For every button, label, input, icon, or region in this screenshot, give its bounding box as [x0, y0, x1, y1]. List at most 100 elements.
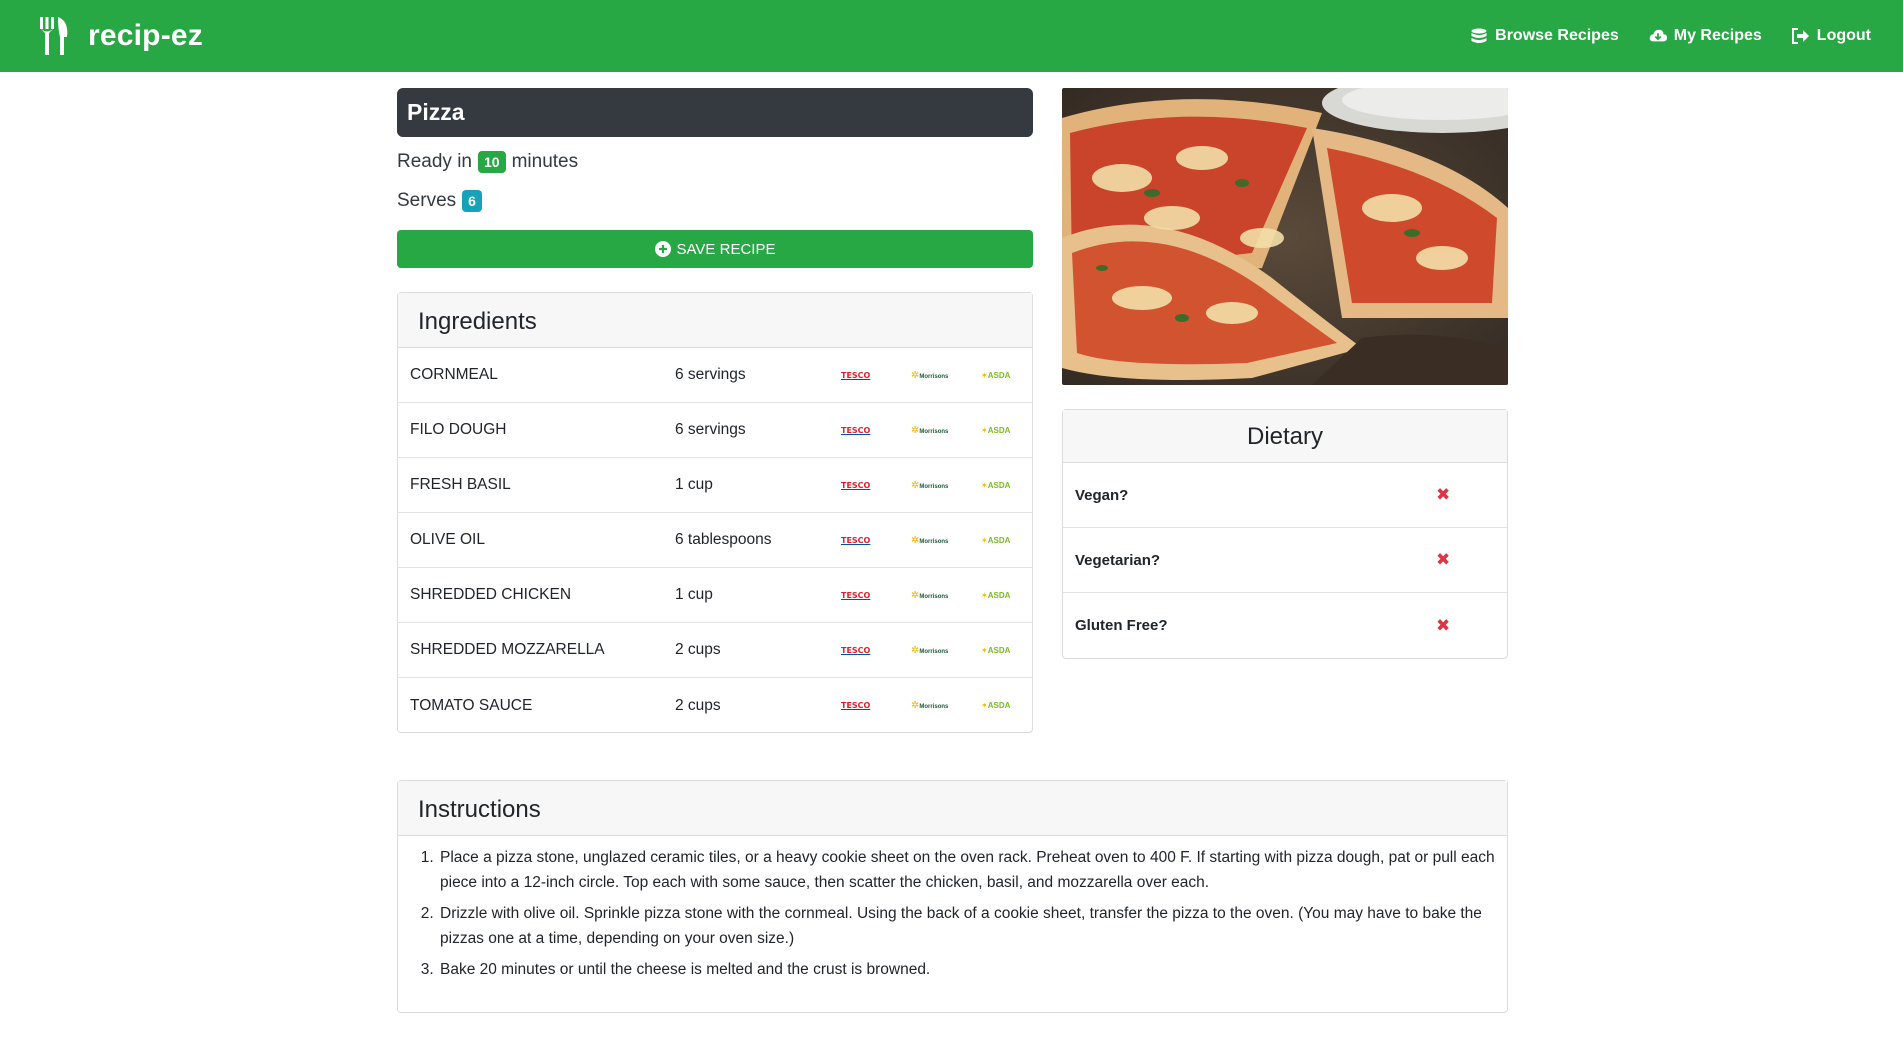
dietary-label: Gluten Free? [1075, 617, 1168, 634]
save-recipe-button[interactable]: SAVE RECIPE [397, 230, 1033, 268]
ingredient-row: CORNMEAL 6 servings TESCO ✲Morrisons ✶ASDA [398, 348, 1032, 403]
morrisons-label: Morrisons [919, 428, 949, 435]
ingredient-quantity: 1 cup [675, 476, 713, 493]
morrisons-label: Morrisons [919, 373, 949, 380]
nav-browse-recipes[interactable]: Browse Recipes [1470, 27, 1619, 45]
instruction-step: Drizzle with olive oil. Sprinkle pizza s… [438, 901, 1507, 951]
ingredient-quantity: 6 servings [675, 366, 746, 383]
asda-label: ASDA [987, 425, 1011, 435]
ready-suffix: minutes [511, 151, 579, 172]
asda-star-icon: ✶ [981, 535, 988, 545]
tesco-link[interactable]: TESCO [841, 481, 870, 490]
tesco-link[interactable]: TESCO [841, 701, 870, 710]
asda-star-icon: ✶ [981, 480, 988, 490]
asda-label: ASDA [987, 645, 1011, 655]
dietary-list: Vegan? ✖ Vegetarian? ✖ Gluten Free? ✖ [1063, 463, 1507, 658]
morrisons-link[interactable]: ✲Morrisons [911, 370, 948, 381]
instructions-card: Instructions Place a pizza stone, unglaz… [397, 780, 1508, 1013]
ingredient-name: SHREDDED MOZZARELLA [410, 641, 605, 658]
nav-my-recipes[interactable]: My Recipes [1649, 27, 1762, 45]
serves: Serves 6 [397, 190, 488, 212]
instructions-list: Place a pizza stone, unglazed ceramic ti… [398, 836, 1507, 982]
instruction-step: Bake 20 minutes or until the cheese is m… [438, 957, 1507, 982]
ingredient-quantity: 6 tablespoons [675, 531, 772, 548]
tesco-link[interactable]: TESCO [841, 371, 870, 380]
asda-star-icon: ✶ [981, 590, 988, 600]
sign-out-icon [1791, 28, 1809, 44]
morrisons-label: Morrisons [919, 538, 949, 545]
morrisons-link[interactable]: ✲Morrisons [911, 480, 948, 491]
asda-star-icon: ✶ [981, 370, 988, 380]
tesco-link[interactable]: TESCO [841, 426, 870, 435]
save-recipe-label: SAVE RECIPE [676, 240, 776, 258]
asda-link[interactable]: ✶ASDA [981, 536, 1010, 545]
ingredient-name: FILO DOUGH [410, 421, 507, 438]
nav-my-recipes-label: My Recipes [1673, 27, 1762, 44]
ingredient-row: SHREDDED CHICKEN 1 cup TESCO ✲Morrisons ✶ASD… [398, 568, 1032, 623]
tesco-link[interactable]: TESCO [841, 591, 870, 600]
morrisons-link[interactable]: ✲Morrisons [911, 425, 948, 436]
recipe-image [1062, 88, 1508, 385]
asda-label: ASDA [987, 535, 1011, 545]
ingredient-name: SHREDDED CHICKEN [410, 586, 572, 603]
serves-label: Serves [397, 190, 457, 211]
ingredient-row: SHREDDED MOZZARELLA 2 cups TESCO ✲Morrisons… [398, 623, 1032, 678]
morrisons-label: Morrisons [919, 704, 949, 710]
instructions-heading: Instructions [398, 781, 1507, 836]
ingredients-list: CORNMEAL 6 servings TESCO ✲Morrisons ✶ASDA FI… [398, 348, 1032, 733]
ingredient-name: OLIVE OIL [410, 531, 485, 548]
asda-link[interactable]: ✶ASDA [981, 701, 1010, 710]
morrisons-link[interactable]: ✲Morrisons [911, 590, 948, 601]
ready-minutes-badge: 10 [478, 151, 506, 173]
plus-circle-icon [654, 241, 671, 257]
tesco-link[interactable]: TESCO [841, 536, 870, 545]
asda-star-icon: ✶ [981, 701, 988, 710]
asda-link[interactable]: ✶ASDA [981, 481, 1010, 490]
asda-link[interactable]: ✶ASDA [981, 371, 1010, 380]
ingredient-row: FRESH BASIL 1 cup TESCO ✲Morrisons ✶ASDA [398, 458, 1032, 513]
ingredient-row: FILO DOUGH 6 servings TESCO ✲Morrisons ✶ASDA [398, 403, 1032, 458]
database-icon [1471, 28, 1487, 43]
morrisons-link[interactable]: ✲Morrisons [911, 700, 948, 711]
morrisons-label: Morrisons [919, 648, 949, 655]
ready-time: Ready in 10 minutes [397, 151, 578, 173]
cross-icon: ✖ [1436, 550, 1451, 569]
morrisons-link[interactable]: ✲Morrisons [911, 535, 948, 546]
instruction-step: Place a pizza stone, unglazed ceramic ti… [438, 845, 1507, 895]
morrisons-label: Morrisons [919, 593, 949, 600]
ingredient-name: FRESH BASIL [410, 476, 511, 493]
dietary-card: Dietary Vegan? ✖ Vegetarian? ✖ Gluten Free? ✖ [1062, 409, 1508, 659]
dietary-label: Vegan? [1075, 486, 1129, 504]
tesco-link[interactable]: TESCO [841, 646, 870, 655]
nav-logout-label: Logout [1816, 27, 1871, 44]
dietary-row: Gluten Free? ✖ [1063, 593, 1507, 658]
dietary-heading: Dietary [1063, 410, 1507, 463]
asda-label: ASDA [987, 701, 1011, 710]
morrisons-label: Morrisons [919, 483, 949, 490]
ingredient-quantity: 6 servings [675, 421, 746, 438]
nav-logout[interactable]: Logout [1791, 27, 1871, 45]
ingredient-row: OLIVE OIL 6 tablespoons TESCO ✲Morrisons ✶AS… [398, 513, 1032, 568]
morrisons-link[interactable]: ✲Morrisons [911, 645, 948, 656]
asda-link[interactable]: ✶ASDA [981, 591, 1010, 600]
asda-label: ASDA [987, 370, 1011, 380]
recipe-title: Pizza [397, 88, 1033, 137]
brand-name: recip-ez [88, 19, 203, 52]
cross-icon: ✖ [1436, 615, 1451, 635]
asda-link[interactable]: ✶ASDA [981, 646, 1010, 655]
nav-links: Browse Recipes My Recipes Logout [1470, 0, 1871, 72]
dietary-row: Vegan? ✖ [1063, 463, 1507, 528]
ingredient-row: TOMATO SAUCE 2 cups TESCO ✲Morrisons ✶ASDA [398, 678, 1032, 733]
brand[interactable]: recip-ez [38, 14, 203, 58]
asda-link[interactable]: ✶ASDA [981, 426, 1010, 435]
ingredient-quantity: 1 cup [675, 586, 713, 603]
ingredients-card: Ingredients CORNMEAL 6 servings TESCO ✲Morr… [397, 292, 1033, 733]
cloud-download-icon [1649, 29, 1667, 42]
serves-badge: 6 [462, 190, 482, 212]
dietary-row: Vegetarian? ✖ [1063, 528, 1507, 593]
ready-prefix: Ready in [397, 151, 472, 172]
ingredients-heading: Ingredients [398, 293, 1032, 348]
dietary-label: Vegetarian? [1075, 551, 1161, 569]
asda-star-icon: ✶ [981, 645, 988, 655]
asda-label: ASDA [987, 480, 1011, 490]
